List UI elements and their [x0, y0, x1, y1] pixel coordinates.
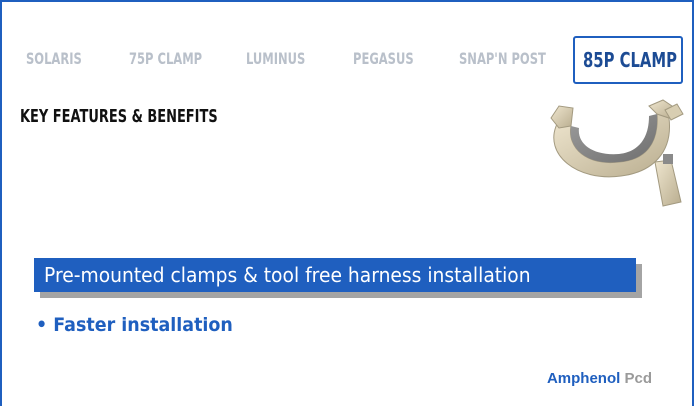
- feature-bullet: • Faster installation: [36, 314, 233, 336]
- tab-luminus[interactable]: LUMINUS: [246, 36, 305, 82]
- section-heading: KEY FEATURES & BENEFITS: [20, 106, 218, 127]
- logo-suffix: Pcd: [624, 370, 652, 387]
- tab-75p-clamp[interactable]: 75P CLAMP: [129, 36, 202, 82]
- tab-pegasus[interactable]: PEGASUS: [353, 36, 414, 82]
- product-tabs: SOLARIS 75P CLAMP LUMINUS PEGASUS SNAP'N…: [26, 36, 686, 84]
- tab-snapn-post[interactable]: SNAP'N POST: [459, 36, 546, 82]
- tab-solaris[interactable]: SOLARIS: [26, 36, 82, 82]
- amphenol-pcd-logo: Amphenol Pcd: [547, 370, 652, 387]
- feature-banner-text: Pre-mounted clamps & tool free harness i…: [44, 263, 531, 287]
- feature-banner: Pre-mounted clamps & tool free harness i…: [34, 258, 636, 292]
- tab-85p-clamp[interactable]: 85P CLAMP: [573, 36, 683, 84]
- clamp-product-image: [550, 99, 684, 207]
- logo-brand: Amphenol: [546, 370, 621, 387]
- slide-frame: SOLARIS 75P CLAMP LUMINUS PEGASUS SNAP'N…: [0, 0, 694, 406]
- tab-85p-clamp-label: 85P CLAMP: [583, 48, 677, 72]
